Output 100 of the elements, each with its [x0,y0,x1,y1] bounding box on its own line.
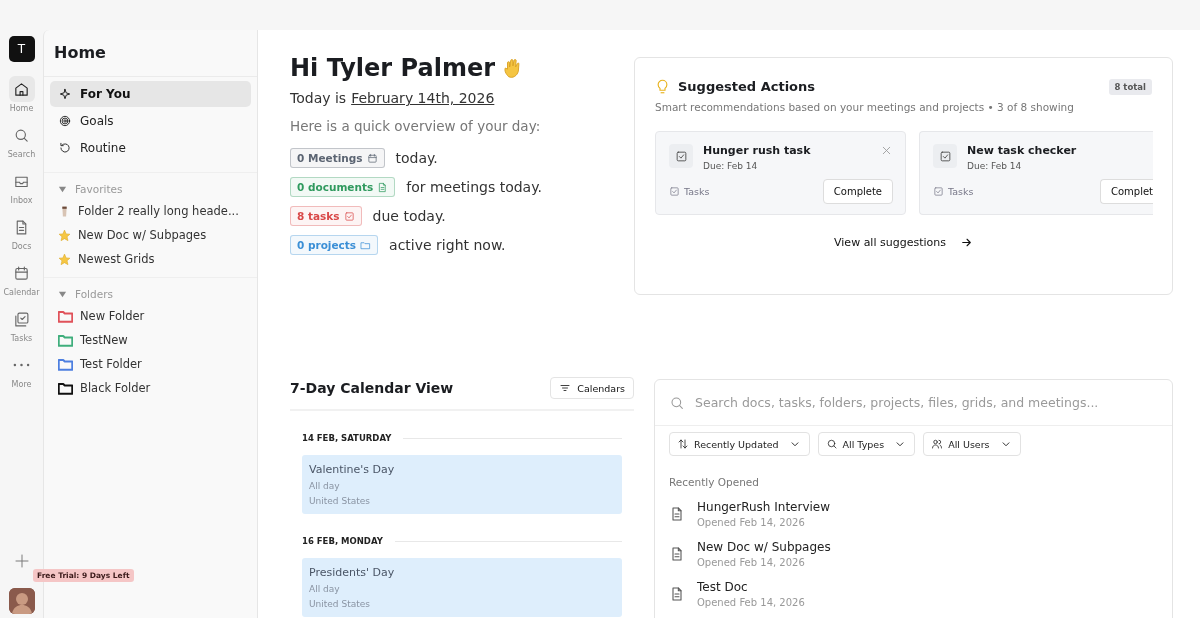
section-subtitle: Smart recommendations based on your meetings and projects • 3 of 8 showing [655,101,1075,113]
date-link[interactable]: February 14th, 2026 [351,90,495,106]
nav-item[interactable]: Goals [50,108,251,134]
section-label: Favorites [75,183,123,195]
checkbox-icon [343,210,355,222]
checkbox-icon [669,186,680,197]
section-label: Recently Opened [668,475,760,490]
view-all-link[interactable]: View all suggestions [828,235,979,250]
category-label: Tasks [948,186,974,197]
search-icon [669,394,685,411]
target-icon [58,114,72,128]
recent-item[interactable]: Test Doc Opened Feb 14, 2026 [655,574,1172,614]
filter-dropdown[interactable]: All Users [923,432,1021,456]
category-label: Tasks [684,186,710,197]
close-button[interactable] [880,144,893,157]
calendar-icon [366,152,378,164]
filter-icon [559,382,572,394]
complete-button[interactable]: Complete [822,179,893,204]
calendars-button[interactable]: Calendars [550,377,634,399]
nav-item[interactable]: Routine [50,135,251,161]
suggestion-title: New task checker [967,144,1077,157]
checklist-icon [13,310,30,328]
document-icon [669,546,685,562]
sort-icon [677,438,689,450]
event-calendar: United States [309,496,371,506]
close-icon [880,144,893,157]
event-calendar: United States [309,599,371,609]
event-card[interactable]: Valentine's Day All day United States [302,455,622,514]
checkbox-icon [938,149,952,163]
refresh-icon [58,141,72,155]
rail-item[interactable]: More [8,352,35,389]
summary-pill[interactable]: 8 tasks [290,206,362,226]
sidebar-title: Home [44,30,257,77]
section-title: Suggested Actions [678,79,815,94]
star-icon [58,228,71,242]
total-badge: 8 total [1108,78,1152,95]
more-icon [13,363,30,367]
item-title: New Doc w/ Subpages [697,540,831,554]
calendar-icon [13,264,30,282]
checkbox-icon [933,186,944,197]
section-label: Folders [75,288,113,300]
favorite-item[interactable]: Newest Grids [44,247,257,271]
day-header: 16 FEB, MONDAY [302,536,383,546]
section-title: 7-Day Calendar View [290,380,454,396]
search-field[interactable]: Search docs, tasks, folders, projects, files, grids, and meetings... [693,394,1158,411]
summary-pill[interactable]: 0 Meetings [290,148,385,168]
lightbulb-icon [655,78,670,95]
event-time: All day [309,584,341,594]
rail-item[interactable]: Docs [8,214,35,251]
rail-item[interactable]: Search [7,122,36,159]
overview-intro: Here is a quick overview of your day: [290,118,542,134]
rail-item[interactable]: Calendar [3,260,40,297]
recent-item[interactable]: New Doc w/ Subpages Opened Feb 14, 2026 [655,534,1172,574]
item-title: HungerRush Interview [697,500,831,514]
item-date: Opened Feb 14, 2026 [697,517,806,528]
summary-text: due today. [372,208,446,224]
folder-item[interactable]: Black Folder [44,376,257,400]
suggestion-title: Hunger rush task [703,144,811,157]
rail-item[interactable]: Inbox [8,168,35,205]
item-title: Test Doc [697,580,749,594]
document-icon [377,181,389,193]
item-date: Opened Feb 14, 2026 [697,597,805,608]
users-icon [931,438,944,450]
star-icon [58,252,71,266]
search-icon [825,438,838,450]
nav-item[interactable]: For You [50,81,251,107]
event-title: Presidents' Day [309,566,396,579]
caret-icon[interactable] [58,289,67,299]
document-icon [669,586,685,602]
greeting-title: Hi Tyler Palmer [290,54,496,82]
summary-text: today. [395,150,438,166]
filter-dropdown[interactable]: All Types [817,432,916,456]
favorite-item[interactable]: Folder 2 really long heade... [44,199,257,223]
workspace-logo[interactable]: T [8,36,35,62]
folder-icon [360,239,372,251]
rail-item[interactable]: Tasks [8,306,35,343]
summary-text: active right now. [389,237,506,253]
date-label: Today is [290,90,347,106]
summary-text: for meetings today. [406,179,542,195]
event-time: All day [309,481,341,491]
event-card[interactable]: Presidents' Day All day United States [302,558,622,617]
checkbox-icon [674,149,688,163]
filter-dropdown[interactable]: Recently Updated [669,432,810,456]
due-date: Due: Feb 14 [967,161,1023,171]
document-icon [669,506,685,522]
folder-item[interactable]: Test Folder [44,352,257,376]
folder-item[interactable]: TestNew [44,328,257,352]
folder-item[interactable]: New Folder [44,304,257,328]
home-icon [13,80,30,98]
caret-icon[interactable] [58,184,67,194]
due-date: Due: Feb 14 [703,161,759,171]
sparkle-icon [58,87,72,101]
arrow-right-icon [959,236,973,249]
item-date: Opened Feb 14, 2026 [697,557,806,568]
favorite-item[interactable]: New Doc w/ Subpages [44,223,257,247]
day-header: 14 FEB, SATURDAY [302,433,392,443]
event-title: Valentine's Day [309,463,396,476]
avatar[interactable] [8,588,35,614]
recent-item[interactable]: HungerRush Interview Opened Feb 14, 2026 [655,494,1172,534]
complete-button[interactable]: Complet [1099,179,1153,204]
